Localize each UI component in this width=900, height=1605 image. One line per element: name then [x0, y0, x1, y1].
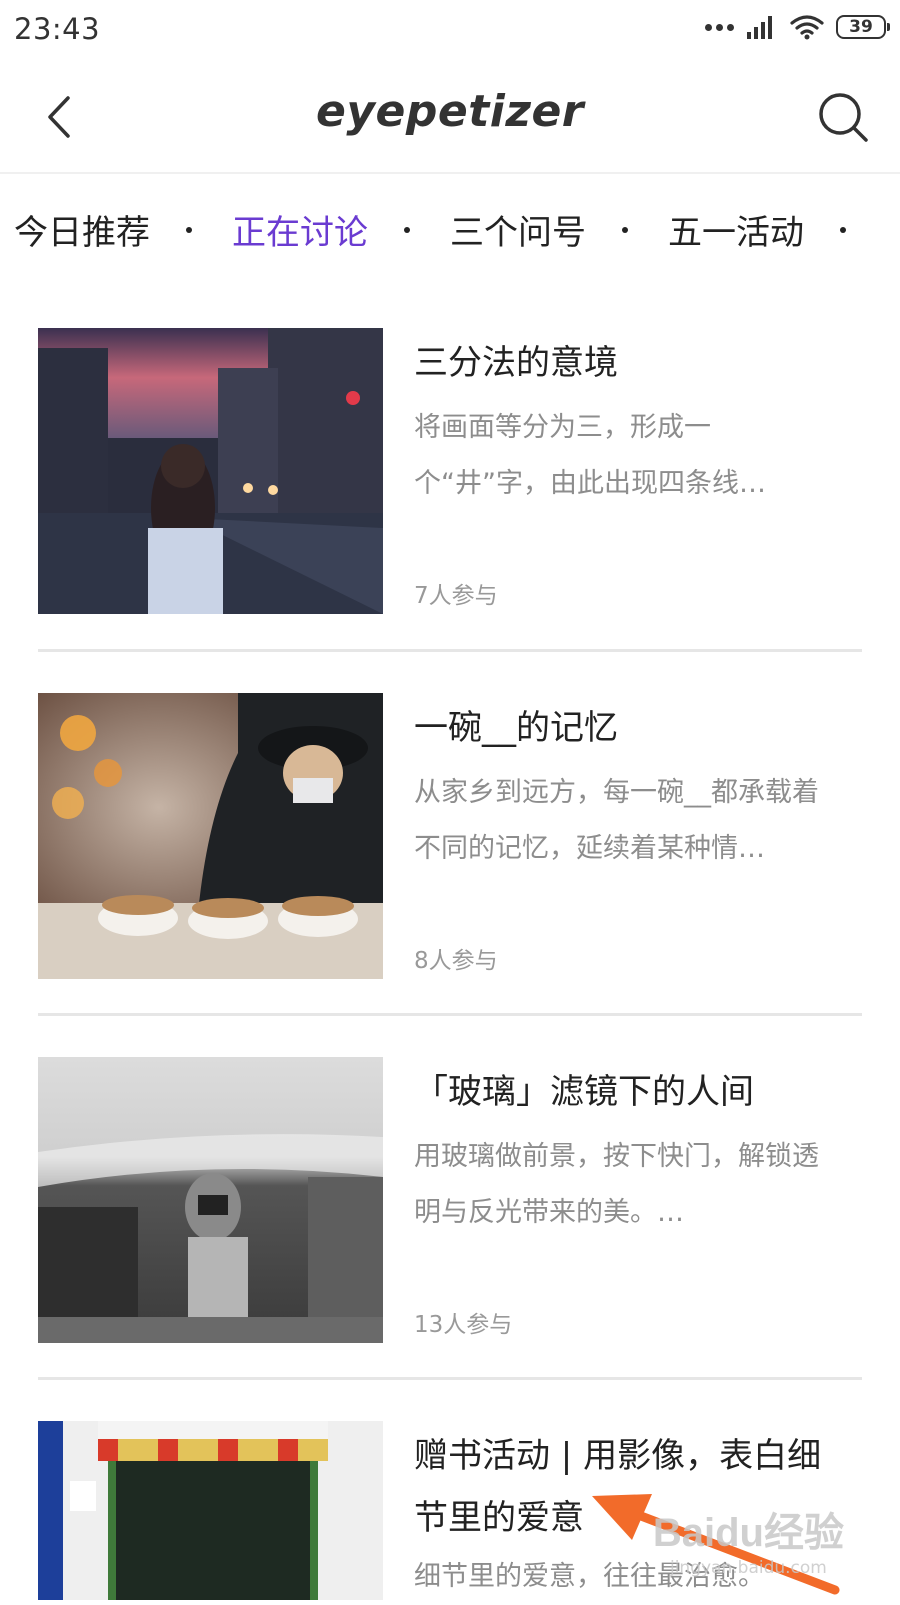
topic-card[interactable]: 「玻璃」滤镜下的人间 用玻璃做前景，按下快门，解锁透明与反光带来的美。… 13人… — [38, 1057, 862, 1343]
participant-count: 8人参与 — [414, 948, 498, 974]
participant-count: 13人参与 — [414, 1312, 513, 1338]
tab-separator — [186, 227, 192, 233]
battery-icon: 39 — [836, 15, 890, 39]
more-dots-icon — [705, 23, 734, 31]
topic-card[interactable]: 赠书活动 | 用影像，表白细节里的爱意 细节里的爱意，往往最治愈。 — [38, 1421, 862, 1600]
topic-thumbnail — [38, 1421, 383, 1600]
topic-description: 从家乡到远方，每一碗__都承载着不同的记忆，延续着某种情… — [414, 777, 819, 864]
topic-title: 「玻璃」滤镜下的人间 — [414, 1072, 754, 1112]
tab-separator — [622, 227, 628, 233]
app-logo: eyepetizer — [316, 86, 584, 137]
status-icons: 39 — [705, 14, 890, 40]
topic-title: 三分法的意境 — [414, 343, 618, 383]
category-tabs: 今日推荐 正在讨论 三个问号 五一活动 — [0, 205, 900, 265]
status-bar: 23:43 39 — [0, 0, 900, 64]
topic-thumbnail — [38, 693, 383, 979]
divider — [38, 1377, 862, 1380]
divider — [38, 649, 862, 652]
topic-thumbnail — [38, 1057, 383, 1343]
tab-separator — [404, 227, 410, 233]
tab-discussing[interactable]: 正在讨论 — [232, 205, 368, 254]
tab-separator — [840, 227, 846, 233]
wifi-icon — [790, 15, 824, 40]
topic-description: 将画面等分为三，形成一个“井”字，由此出现四条线… — [414, 412, 766, 499]
search-icon[interactable] — [816, 90, 870, 144]
topic-title: 赠书活动 | 用影像，表白细节里的爱意 — [414, 1436, 822, 1538]
topic-card[interactable]: 一碗__的记忆 从家乡到远方，每一碗__都承载着不同的记忆，延续着某种情… 8人… — [38, 693, 862, 979]
topic-description: 用玻璃做前景，按下快门，解锁透明与反光带来的美。… — [414, 1141, 819, 1228]
topic-card[interactable]: 三分法的意境 将画面等分为三，形成一个“井”字，由此出现四条线… 7人参与 — [38, 328, 862, 614]
divider — [38, 1013, 862, 1016]
tab-may-day-event[interactable]: 五一活动 — [668, 205, 804, 254]
app-header: eyepetizer — [0, 64, 900, 174]
status-time: 23:43 — [14, 12, 101, 46]
topic-title: 一碗__的记忆 — [414, 708, 618, 748]
participant-count: 7人参与 — [414, 583, 498, 609]
tab-three-questions[interactable]: 三个问号 — [450, 205, 586, 254]
tab-today-recommend[interactable]: 今日推荐 — [14, 205, 150, 254]
signal-icon — [747, 16, 772, 39]
topic-description: 细节里的爱意，往往最治愈。 — [414, 1561, 765, 1592]
topic-thumbnail — [38, 328, 383, 614]
